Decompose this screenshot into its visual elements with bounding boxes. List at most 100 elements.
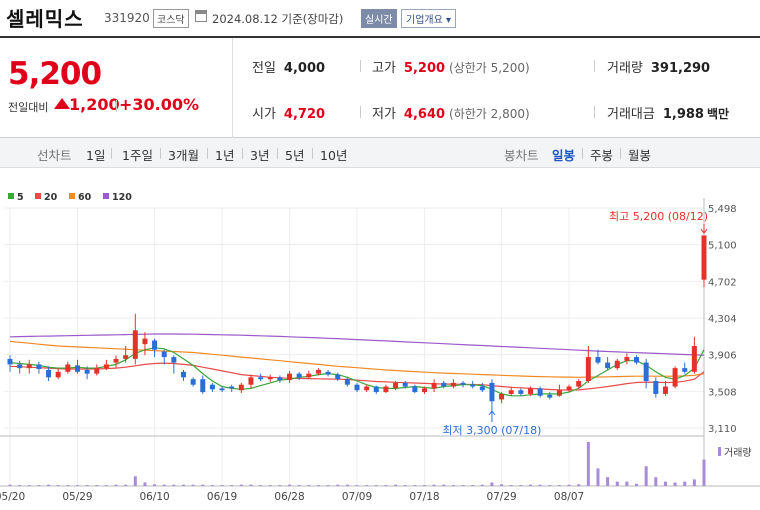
prev-close-label: 전일 <box>252 61 276 76</box>
divider <box>116 100 117 112</box>
volume-bar <box>644 466 648 486</box>
x-tick-label: 05/20 <box>0 491 25 503</box>
amount-label: 거래대금 <box>607 107 655 122</box>
volume-bar <box>345 484 349 486</box>
candle-body <box>65 364 71 372</box>
current-price-box: 5,200 전일대비 1,200 +30.00% <box>0 38 233 138</box>
candle-body <box>267 377 273 380</box>
period-1d[interactable]: 1일 <box>86 145 105 164</box>
period-3y[interactable]: 3년 <box>250 145 269 164</box>
candle-body <box>643 362 649 382</box>
market-badge: 코스닥 <box>153 9 189 28</box>
high-price: 고가 5,200 (상한가 5,200) <box>372 57 530 76</box>
amount-value: 1,988 <box>662 107 704 122</box>
x-tick-label: 07/09 <box>342 491 372 503</box>
candle-body <box>518 390 524 394</box>
volume-bar <box>172 484 176 486</box>
volume-bar <box>422 485 426 486</box>
candle-body <box>229 386 235 389</box>
volume-bar <box>47 484 51 486</box>
y-tick-label: 3,906 <box>708 351 737 362</box>
candle-body <box>566 386 572 391</box>
company-info-button[interactable]: 기업개요 ▾ <box>401 9 456 28</box>
candle-body <box>7 358 13 365</box>
x-tick-label: 06/19 <box>207 491 237 503</box>
chart-grid <box>0 198 760 487</box>
divider <box>111 148 112 159</box>
volume-bar <box>548 485 552 486</box>
y-tick-label: 4,304 <box>708 314 737 325</box>
x-tick-label: 06/28 <box>274 491 304 503</box>
period-weekly[interactable]: 주봉 <box>590 145 613 164</box>
volume-bar <box>220 485 224 486</box>
volume-bar <box>316 485 320 486</box>
open-label: 시가 <box>252 107 276 122</box>
volume-bar <box>8 484 12 486</box>
volume-bar <box>191 484 195 486</box>
up-arrow-icon <box>54 98 70 109</box>
annotations: 최고 5,200 (08/12) 최저 3,300 (07/18) <box>442 210 708 437</box>
volume-bars: 거래량 <box>8 442 752 486</box>
candle-body <box>181 371 186 378</box>
divider <box>207 148 208 159</box>
volume-bar <box>374 485 378 486</box>
divider <box>360 106 361 118</box>
volume-bar <box>403 485 407 486</box>
prev-close: 전일 4,000 <box>252 57 325 76</box>
candle-body <box>296 373 302 378</box>
volume-bar <box>702 459 706 486</box>
line-chart-label: 선차트 <box>37 148 72 163</box>
y-tick-label: 5,498 <box>708 204 737 215</box>
candle-body <box>84 369 90 374</box>
trade-amount: 거래대금 1,988 백만 <box>607 103 729 122</box>
volume-bar <box>596 468 600 486</box>
period-5y[interactable]: 5년 <box>285 145 304 164</box>
period-monthly[interactable]: 월봉 <box>628 145 651 164</box>
candle-body <box>103 364 109 369</box>
volume-bar <box>104 485 108 486</box>
period-3m[interactable]: 3개월 <box>168 145 199 164</box>
volume-bar <box>490 482 494 486</box>
realtime-button[interactable]: 실시간 <box>361 9 397 28</box>
period-1w[interactable]: 1주일 <box>122 145 153 164</box>
volume-bar <box>143 482 147 486</box>
candle-body <box>287 373 293 381</box>
volume-bar <box>471 485 475 486</box>
candle-body <box>354 384 360 391</box>
candle-body <box>17 364 23 369</box>
divider <box>582 148 583 159</box>
candle-body <box>383 386 389 393</box>
volume-bar <box>365 485 369 486</box>
stock-chart[interactable]: 5 20 60 120 3,110 3,508 3,906 4,304 4,702 5,100 5… <box>0 168 760 510</box>
candle-body <box>537 388 543 396</box>
volume-bar <box>27 485 31 486</box>
low-label: 저가 <box>372 107 396 122</box>
volume-bar <box>66 485 70 486</box>
candle-body <box>460 382 466 385</box>
legend-label-20: 20 <box>44 192 58 203</box>
period-daily[interactable]: 일봉 <box>552 145 575 164</box>
volume-bar <box>307 485 311 486</box>
volume-bar <box>75 485 79 486</box>
stock-header: 셀레믹스 331920 코스닥 2024.08.12 기준(장마감) 실시간 기… <box>0 0 760 36</box>
volume-bar <box>355 485 359 486</box>
x-tick-label: 07/29 <box>486 491 516 503</box>
volume-bar <box>432 484 436 486</box>
volume-bar <box>529 484 532 486</box>
candle-body <box>682 368 688 372</box>
candle-body <box>200 379 206 393</box>
candle-body <box>152 340 158 350</box>
divider <box>360 60 361 72</box>
candle-body <box>335 374 341 380</box>
candle-body <box>258 377 264 380</box>
period-10y[interactable]: 10년 <box>320 145 347 164</box>
volume-bar <box>663 481 667 486</box>
period-1y[interactable]: 1년 <box>215 145 234 164</box>
x-tick-label: 06/10 <box>139 491 169 503</box>
candle-body <box>364 386 370 391</box>
volume-bar <box>635 483 639 486</box>
candle-body <box>508 390 514 394</box>
candle-body <box>113 358 119 363</box>
legend-swatch-5 <box>8 193 14 199</box>
candle-body <box>441 382 447 387</box>
